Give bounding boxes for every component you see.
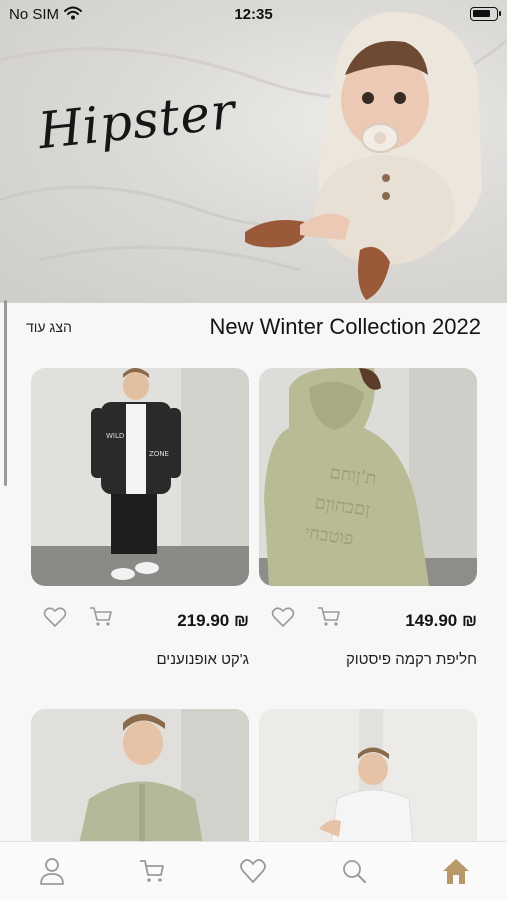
product-price: ₪ 149.90 — [405, 611, 477, 630]
clock: 12:35 — [234, 6, 273, 23]
product-image[interactable] — [259, 709, 477, 844]
white-shirt-photo — [259, 709, 477, 844]
svg-text:WILD: WILD — [106, 432, 124, 440]
hero-banner: Hipster — [0, 0, 507, 303]
cart-icon[interactable] — [135, 854, 169, 888]
product-price: ₪ 219.90 — [177, 611, 249, 630]
biker-jacket-photo: WILD ZONE — [31, 368, 249, 586]
green-cardigan-photo — [31, 709, 249, 844]
wishlist-icon[interactable] — [43, 606, 67, 633]
add-to-cart-icon[interactable] — [89, 606, 113, 633]
product-name[interactable]: חליפת רקמה פיסטוק — [346, 651, 477, 668]
bottom-navigation — [0, 841, 507, 900]
profile-icon[interactable] — [35, 854, 69, 888]
wishlist-icon[interactable] — [271, 606, 295, 633]
home-icon[interactable] — [439, 854, 473, 888]
add-to-cart-icon[interactable] — [317, 606, 341, 633]
battery-icon — [470, 7, 501, 21]
scroll-indicator[interactable] — [4, 300, 7, 486]
search-icon[interactable] — [337, 854, 371, 888]
show-more-link[interactable]: הצג עוד — [26, 319, 72, 335]
product-image[interactable]: WILD ZONE — [31, 368, 249, 586]
product-image[interactable]: ת'ןוחם ןםבחוןם פוטבחי — [259, 368, 477, 586]
svg-text:ZONE: ZONE — [149, 450, 169, 458]
product-name[interactable]: ג'קט אופנוענים — [156, 651, 249, 668]
status-bar: No SIM 12:35 — [0, 0, 507, 30]
section-title: New Winter Collection 2022 — [209, 314, 481, 339]
pistachio-embroidered-suit-photo: ת'ןוחם ןםבחוןם פוטבחי — [259, 368, 477, 586]
heart-icon[interactable] — [236, 854, 270, 888]
product-image[interactable] — [31, 709, 249, 844]
